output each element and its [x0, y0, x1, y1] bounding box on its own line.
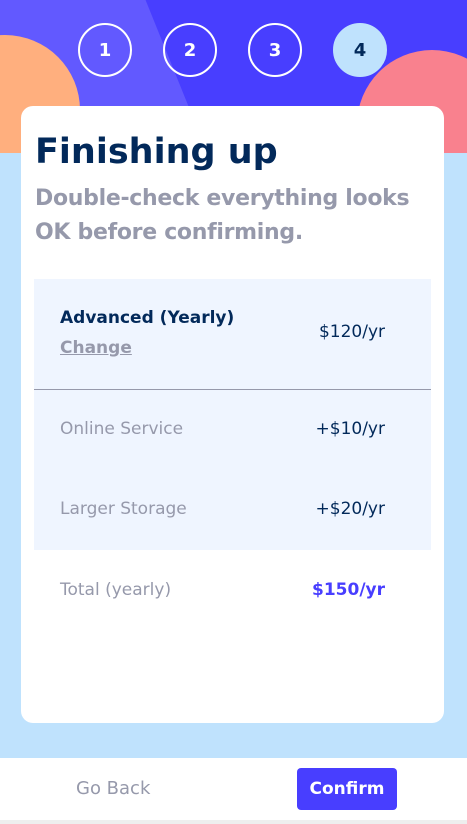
plan-row: Advanced (Yearly) Change $120/yr — [34, 279, 431, 389]
bottom-strip — [0, 820, 467, 824]
step-1[interactable]: 1 — [78, 23, 132, 77]
addon-row: Larger Storage +$20/yr — [34, 497, 431, 537]
total-label: Total (yearly) — [60, 580, 172, 600]
change-plan-link[interactable]: Change — [60, 338, 132, 358]
summary-divider — [34, 389, 431, 390]
step-2[interactable]: 2 — [163, 23, 217, 77]
addon-row: Online Service +$10/yr — [34, 417, 431, 457]
step-3[interactable]: 3 — [248, 23, 302, 77]
footer-bar: Go Back Confirm — [0, 758, 467, 820]
addon-name: Larger Storage — [60, 499, 187, 519]
plan-name: Advanced (Yearly) — [60, 308, 235, 328]
go-back-button[interactable]: Go Back — [76, 778, 150, 799]
step-indicator: 1 2 3 4 — [0, 23, 467, 77]
page-subtitle: Double-check everything looks OK before … — [35, 186, 410, 245]
plan-price: $120/yr — [318, 322, 385, 342]
summary-card: Finishing up Double-check everything loo… — [21, 106, 444, 723]
total-price: $150/yr — [312, 580, 385, 600]
addon-price: +$20/yr — [315, 499, 385, 519]
step-4-active[interactable]: 4 — [333, 23, 387, 77]
total-row: Total (yearly) $150/yr — [34, 578, 431, 618]
page-title: Finishing up — [35, 132, 278, 172]
order-summary: Advanced (Yearly) Change $120/yr Online … — [34, 279, 431, 550]
addon-price: +$10/yr — [315, 419, 385, 439]
confirm-button[interactable]: Confirm — [297, 768, 397, 810]
addon-name: Online Service — [60, 419, 184, 439]
